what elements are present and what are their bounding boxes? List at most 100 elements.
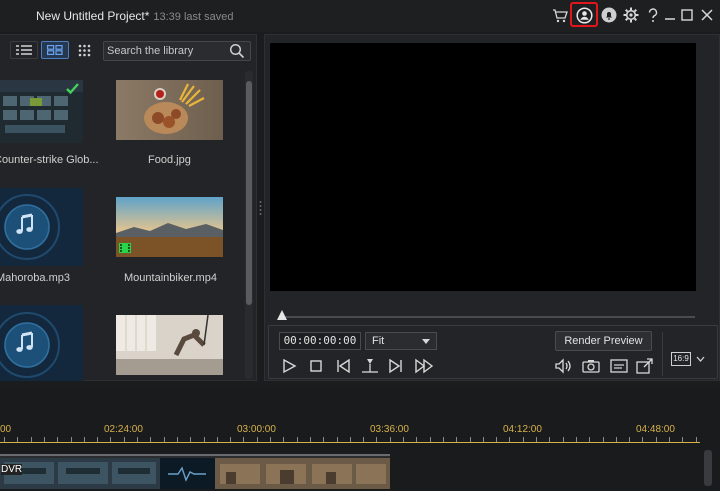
ruler-tick: [696, 437, 697, 442]
ruler-tick: [403, 437, 404, 442]
stop-icon[interactable]: [308, 358, 324, 374]
apps-grid-icon[interactable]: [78, 44, 91, 60]
ruler-label: 02:24:00: [104, 424, 143, 435]
ruler-tick: [483, 437, 484, 442]
chevron-down-icon[interactable]: [696, 356, 705, 362]
ruler-tick: [4, 437, 5, 442]
media-label: Counter-strike Glob...: [0, 154, 99, 166]
ruler-tick: [642, 437, 643, 442]
scrub-knob[interactable]: [277, 310, 287, 320]
close-icon[interactable]: [697, 5, 717, 25]
ruler-label: 04:48:00: [636, 424, 675, 435]
ruler-tick: [589, 437, 590, 442]
ruler-tick: [57, 437, 58, 442]
ruler-label: 04:12:00: [503, 424, 542, 435]
media-thumbnail-mountainbiker[interactable]: [116, 197, 223, 257]
ruler-tick: [376, 437, 377, 442]
account-highlight-box: [570, 2, 598, 27]
ruler-label: 03:00:00: [237, 424, 276, 435]
ruler-tick: [603, 437, 604, 442]
media-thumbnail-workout[interactable]: [116, 315, 223, 375]
ruler-tick: [656, 437, 657, 442]
timeline-scrollbar[interactable]: [704, 450, 712, 486]
ruler-label: 03:36:00: [370, 424, 409, 435]
project-name: New Untitled Project*: [36, 9, 150, 23]
saved-status: 13:39 last saved: [153, 11, 234, 23]
panel-splitter-handle[interactable]: [259, 200, 262, 216]
ruler-tick: [17, 437, 18, 442]
ruler-tick: [616, 437, 617, 442]
preview-screen: [270, 43, 696, 291]
ruler-tick: [549, 437, 550, 442]
undock-preview-icon[interactable]: [636, 358, 653, 374]
ruler-tick: [257, 437, 258, 442]
play-icon[interactable]: [281, 358, 297, 374]
ruler-label: 00: [0, 424, 12, 435]
clip-label: DVR: [1, 464, 23, 475]
ruler-tick: [470, 437, 471, 442]
ruler-tick: [430, 437, 431, 442]
media-thumbnail-food[interactable]: [116, 80, 223, 140]
ruler-tick: [363, 437, 364, 442]
video-clip[interactable]: [0, 458, 390, 489]
ruler-tick: [110, 437, 111, 442]
fast-forward-icon[interactable]: [415, 358, 434, 374]
ruler-tick: [563, 437, 564, 442]
grid-view-icon: [47, 45, 63, 55]
title-bar: New Untitled Project* 13:39 last saved: [0, 0, 720, 32]
checkmark-icon: [66, 82, 79, 95]
ruler-tick: [523, 437, 524, 442]
media-label: Food.jpg: [148, 154, 191, 166]
media-library-panel: Search the library Counter-strike Glob..…: [0, 34, 257, 381]
ruler-baseline: [0, 442, 700, 443]
ruler-tick: [669, 437, 670, 442]
library-scrollbar-thumb[interactable]: [246, 81, 252, 305]
ruler-tick: [137, 437, 138, 442]
list-view-icon: [16, 45, 32, 55]
preview-scrub-track[interactable]: [279, 316, 695, 318]
ruler-tick: [350, 437, 351, 442]
media-thumbnail-audio[interactable]: [0, 305, 83, 381]
split-clip-icon[interactable]: [361, 358, 378, 374]
snapshot-camera-icon[interactable]: [582, 358, 600, 374]
search-icon[interactable]: [229, 43, 245, 59]
video-track[interactable]: [0, 454, 390, 489]
media-label: Mahoroba.mp3: [0, 272, 70, 284]
notification-icon[interactable]: [599, 5, 619, 25]
library-scrollbar[interactable]: [245, 71, 253, 379]
ruler-tick: [177, 437, 178, 442]
ruler-tick: [270, 437, 271, 442]
next-frame-icon[interactable]: [388, 358, 404, 374]
library-toolbar: Search the library: [0, 35, 257, 65]
ruler-tick: [44, 437, 45, 442]
ruler-tick: [204, 437, 205, 442]
subtitles-icon[interactable]: [610, 358, 628, 374]
settings-icon[interactable]: [621, 5, 641, 25]
ruler-tick: [217, 437, 218, 442]
ruler-tick: [682, 437, 683, 442]
media-thumbnail-mahoroba[interactable]: [0, 188, 83, 266]
timecode-display[interactable]: 00:00:00:00: [279, 332, 361, 350]
aspect-ratio-button[interactable]: 16:9: [671, 352, 691, 366]
render-preview-button[interactable]: Render Preview: [555, 331, 652, 351]
grid-view-button[interactable]: [41, 41, 69, 59]
list-view-button[interactable]: [10, 41, 38, 59]
ruler-tick: [323, 437, 324, 442]
ruler-tick: [31, 437, 32, 442]
volume-icon[interactable]: [555, 358, 571, 374]
ruler-tick: [536, 437, 537, 442]
timeline-ruler[interactable]: 00 02:24:00 03:00:00 03:36:00 04:12:00 0…: [0, 419, 720, 443]
ruler-tick: [509, 437, 510, 442]
previous-frame-icon[interactable]: [335, 358, 351, 374]
ruler-tick: [416, 437, 417, 442]
ruler-tick: [150, 437, 151, 442]
zoom-value: Fit: [372, 335, 385, 347]
controls-divider: [662, 332, 663, 376]
ruler-tick: [97, 437, 98, 442]
video-clip-icon: [118, 242, 132, 257]
ruler-tick: [390, 437, 391, 442]
ruler-tick: [337, 437, 338, 442]
zoom-select[interactable]: Fit: [365, 332, 437, 350]
maximize-icon[interactable]: [677, 5, 697, 25]
cart-icon[interactable]: [550, 5, 570, 25]
